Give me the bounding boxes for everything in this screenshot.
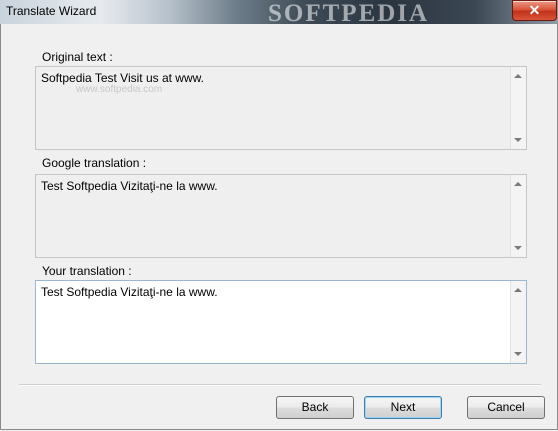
original-text-box[interactable]: Softpedia Test Visit us at www. (35, 66, 527, 150)
cancel-button[interactable]: Cancel (467, 396, 545, 419)
wizard-body: Original text : Softpedia Test Visit us … (0, 24, 558, 430)
close-icon: ✕ (528, 2, 541, 18)
your-translation-content[interactable]: Test Softpedia Vizitaţi-ne la www. (41, 285, 218, 299)
softpedia-url-watermark: www.softpedia.com (76, 84, 163, 95)
google-scrollbar[interactable] (510, 175, 526, 257)
scroll-down-icon[interactable] (514, 138, 522, 142)
original-text-content: Softpedia Test Visit us at www. (41, 71, 204, 85)
next-button[interactable]: Next (364, 396, 442, 419)
google-translation-label: Google translation : (42, 156, 147, 170)
google-translation-box[interactable]: Test Softpedia Vizitaţi-ne la www. (35, 174, 527, 258)
original-scrollbar[interactable] (510, 67, 526, 149)
your-translation-box[interactable]: Test Softpedia Vizitaţi-ne la www. (35, 280, 527, 364)
your-translation-scrollbar[interactable] (510, 281, 526, 363)
scroll-up-icon[interactable] (514, 288, 522, 292)
original-text-label: Original text : (42, 50, 113, 64)
window-title: Translate Wizard (6, 4, 97, 18)
scroll-up-icon[interactable] (514, 182, 522, 186)
google-translation-content: Test Softpedia Vizitaţi-ne la www. (41, 179, 218, 193)
footer-divider (19, 384, 541, 386)
your-translation-label: Your translation : (42, 264, 132, 278)
back-button[interactable]: Back (276, 396, 354, 419)
scroll-down-icon[interactable] (514, 246, 522, 250)
title-bar[interactable]: Translate Wizard SOFTPEDIA ✕ (0, 0, 558, 27)
scroll-up-icon[interactable] (514, 74, 522, 78)
scroll-down-icon[interactable] (514, 352, 522, 356)
close-button[interactable]: ✕ (512, 0, 557, 21)
